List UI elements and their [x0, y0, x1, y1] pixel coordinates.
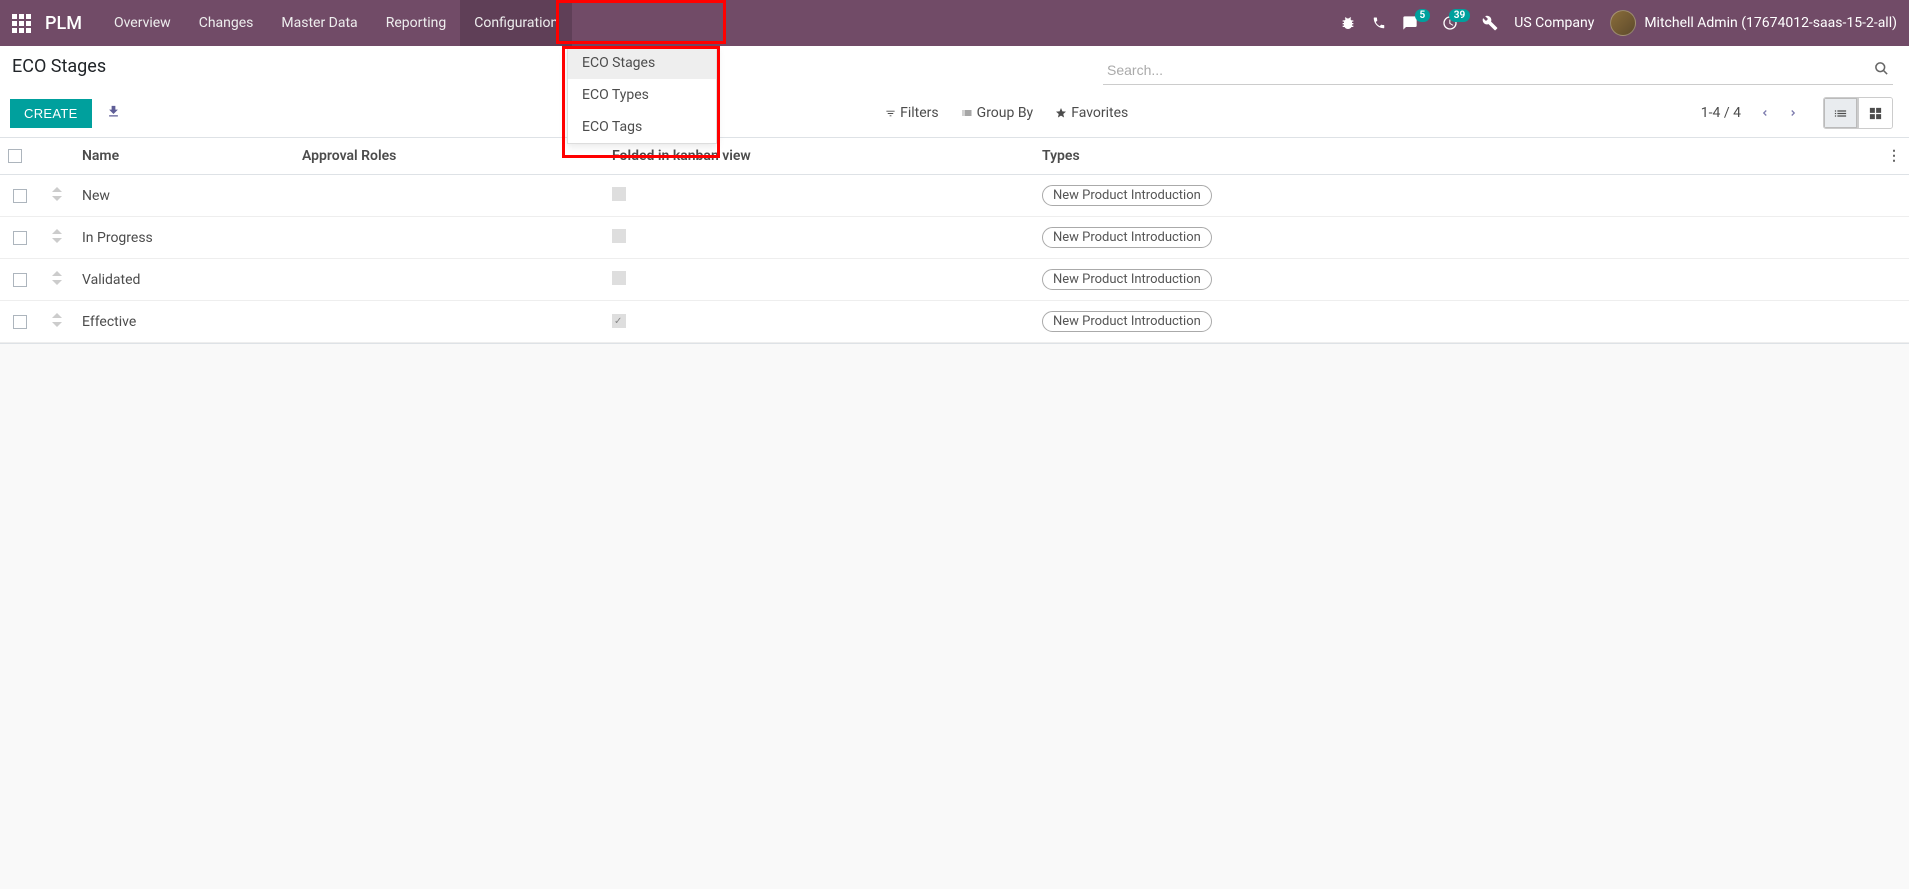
activities-badge: 39 [1449, 9, 1470, 22]
search-container [1103, 56, 1893, 85]
phone-icon[interactable] [1372, 16, 1386, 30]
table-row[interactable]: New New Product Introduction [0, 175, 1909, 217]
groupby-label: Group By [977, 105, 1034, 121]
navbar: PLM Overview Changes Master Data Reporti… [0, 0, 1909, 46]
cell-types: New Product Introduction [1034, 175, 1879, 217]
type-tag[interactable]: New Product Introduction [1042, 227, 1212, 248]
nav-item-reporting[interactable]: Reporting [372, 0, 461, 46]
messages-icon[interactable]: 5 [1402, 15, 1418, 31]
pager-next[interactable] [1779, 99, 1807, 127]
cell-name: Validated [74, 259, 294, 301]
folded-checkbox[interactable] [612, 229, 626, 243]
company-selector[interactable]: US Company [1514, 15, 1594, 31]
cell-folded [604, 175, 1034, 217]
bug-icon[interactable] [1340, 15, 1356, 31]
pager-prev[interactable] [1751, 99, 1779, 127]
filters-label: Filters [900, 105, 939, 121]
folded-checkbox[interactable] [612, 271, 626, 285]
configuration-dropdown: ECO Stages ECO Types ECO Tags [567, 46, 717, 144]
cell-name: New [74, 175, 294, 217]
view-switcher [1823, 97, 1893, 129]
select-all-checkbox[interactable] [8, 149, 22, 163]
filters-button[interactable]: Filters [885, 105, 939, 121]
dropdown-item-eco-tags[interactable]: ECO Tags [568, 111, 716, 143]
activities-icon[interactable]: 39 [1442, 15, 1458, 31]
folded-checkbox[interactable] [612, 314, 626, 328]
list-table: Name Approval Roles Folded in kanban vie… [0, 138, 1909, 343]
cell-folded [604, 301, 1034, 343]
search-input[interactable] [1103, 56, 1870, 84]
table-row[interactable]: Effective New Product Introduction [0, 301, 1909, 343]
favorites-label: Favorites [1071, 105, 1128, 121]
table-row[interactable]: Validated New Product Introduction [0, 259, 1909, 301]
nav-item-configuration[interactable]: Configuration [460, 0, 572, 46]
drag-handle-icon[interactable] [52, 315, 62, 331]
cell-folded [604, 259, 1034, 301]
header-name[interactable]: Name [74, 138, 294, 175]
dropdown-item-eco-stages[interactable]: ECO Stages [568, 47, 716, 79]
dropdown-item-eco-types[interactable]: ECO Types [568, 79, 716, 111]
cell-types: New Product Introduction [1034, 301, 1879, 343]
search-icon[interactable] [1870, 61, 1893, 80]
messages-badge: 5 [1415, 9, 1431, 22]
folded-checkbox[interactable] [612, 187, 626, 201]
columns-menu-icon[interactable]: ⋮ [1887, 148, 1901, 164]
nav-menu: Overview Changes Master Data Reporting C… [100, 0, 572, 46]
page-title: ECO Stages [10, 56, 106, 77]
user-name: Mitchell Admin (17674012-saas-15-2-all) [1644, 15, 1897, 31]
cell-approval [294, 301, 604, 343]
user-menu[interactable]: Mitchell Admin (17674012-saas-15-2-all) [1610, 10, 1897, 36]
app-brand[interactable]: PLM [45, 13, 82, 34]
drag-handle-icon[interactable] [52, 231, 62, 247]
nav-item-changes[interactable]: Changes [185, 0, 268, 46]
pager-text[interactable]: 1-4 / 4 [1701, 105, 1741, 121]
type-tag[interactable]: New Product Introduction [1042, 185, 1212, 206]
avatar [1610, 10, 1636, 36]
cell-approval [294, 217, 604, 259]
row-checkbox[interactable] [13, 189, 27, 203]
cell-folded [604, 217, 1034, 259]
drag-handle-icon[interactable] [52, 189, 62, 205]
row-checkbox[interactable] [13, 273, 27, 287]
cell-types: New Product Introduction [1034, 217, 1879, 259]
row-checkbox[interactable] [13, 315, 27, 329]
cell-types: New Product Introduction [1034, 259, 1879, 301]
type-tag[interactable]: New Product Introduction [1042, 311, 1212, 332]
view-kanban-button[interactable] [1858, 98, 1892, 128]
type-tag[interactable]: New Product Introduction [1042, 269, 1212, 290]
cell-approval [294, 175, 604, 217]
navbar-right: 5 39 US Company Mitchell Admin (17674012… [1340, 10, 1897, 36]
cell-name: In Progress [74, 217, 294, 259]
nav-item-overview[interactable]: Overview [100, 0, 185, 46]
tools-icon[interactable] [1482, 15, 1498, 31]
cell-name: Effective [74, 301, 294, 343]
row-checkbox[interactable] [13, 231, 27, 245]
header-approval[interactable]: Approval Roles [294, 138, 604, 175]
export-button[interactable] [100, 98, 127, 129]
groupby-button[interactable]: Group By [961, 105, 1034, 121]
table-row[interactable]: In Progress New Product Introduction [0, 217, 1909, 259]
cell-approval [294, 259, 604, 301]
create-button[interactable]: CREATE [10, 99, 92, 128]
apps-icon[interactable] [12, 14, 31, 33]
pager: 1-4 / 4 [1701, 99, 1807, 127]
control-panel: ECO Stages CREATE Filters Group By [0, 46, 1909, 138]
drag-handle-icon[interactable] [52, 273, 62, 289]
view-list-button[interactable] [1824, 98, 1858, 128]
nav-item-masterdata[interactable]: Master Data [267, 0, 371, 46]
header-types[interactable]: Types [1034, 138, 1879, 175]
favorites-button[interactable]: Favorites [1055, 105, 1128, 121]
